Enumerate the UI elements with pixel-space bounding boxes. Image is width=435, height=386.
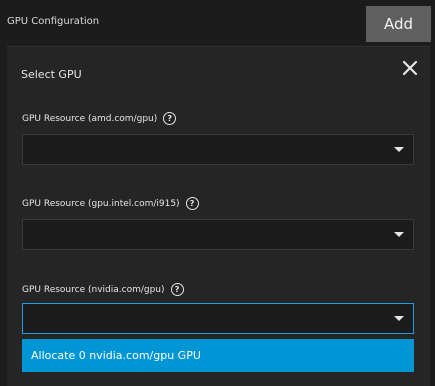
field-label-intel: GPU Resource (gpu.intel.com/i915) ? <box>22 197 199 210</box>
amd-gpu-select[interactable] <box>22 134 414 165</box>
select-gpu-panel: Select GPU GPU Resource (amd.com/gpu) ? … <box>7 46 430 386</box>
help-icon[interactable]: ? <box>163 112 177 125</box>
panel-title: Select GPU <box>21 68 82 81</box>
field-label-text: GPU Resource (nvidia.com/gpu) <box>22 284 165 295</box>
help-icon[interactable]: ? <box>185 197 199 210</box>
top-bar: GPU Configuration Add <box>0 0 435 46</box>
add-button[interactable]: Add <box>366 6 431 42</box>
chevron-down-icon <box>394 147 404 152</box>
nvidia-gpu-dropdown: Allocate 0 nvidia.com/gpu GPU <box>22 339 414 372</box>
section-title: GPU Configuration <box>7 16 100 27</box>
field-label-amd: GPU Resource (amd.com/gpu) ? <box>22 112 177 125</box>
nvidia-gpu-select[interactable] <box>22 303 414 334</box>
intel-gpu-select[interactable] <box>22 219 414 250</box>
close-icon[interactable] <box>401 59 419 77</box>
field-label-nvidia: GPU Resource (nvidia.com/gpu) ? <box>22 283 184 296</box>
field-label-text: GPU Resource (amd.com/gpu) <box>22 113 158 124</box>
dropdown-option[interactable]: Allocate 0 nvidia.com/gpu GPU <box>22 349 201 362</box>
chevron-down-icon <box>394 316 404 321</box>
chevron-down-icon <box>394 232 404 237</box>
help-icon[interactable]: ? <box>170 283 184 296</box>
field-label-text: GPU Resource (gpu.intel.com/i915) <box>22 198 180 209</box>
